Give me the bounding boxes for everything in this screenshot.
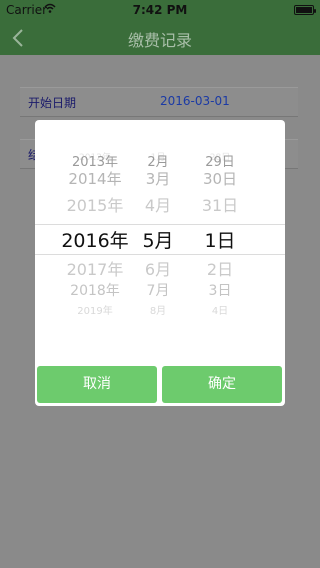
day-selected[interactable]: 1日 xyxy=(200,226,240,253)
date-picker-dialog: 2012年 2013年 2014年 2015年 2016年 2017年 2018年 2019年… xyxy=(35,120,285,406)
month-option[interactable]: 7月 xyxy=(138,280,178,300)
cancel-button[interactable]: 取消 xyxy=(37,366,157,403)
status-time: 7:42 PM xyxy=(132,3,188,17)
page-title: 缴费记录 xyxy=(127,31,192,50)
month-selected[interactable]: 5月 xyxy=(138,226,178,253)
day-option[interactable]: 3日 xyxy=(200,280,240,300)
status-bar: Carrier 7:42 PM xyxy=(0,0,320,20)
start-date-label: 开始日期 xyxy=(28,96,77,110)
month-option[interactable]: 6月 xyxy=(138,256,178,280)
year-wheel[interactable]: 2012年 2013年 2014年 2015年 2016年 2017年 2018年 2019年 xyxy=(55,152,135,322)
month-option[interactable]: 4月 xyxy=(138,192,178,216)
nav-bar: 缴费记录 xyxy=(0,20,320,55)
day-option[interactable]: 4日 xyxy=(200,302,240,317)
year-option[interactable]: 2015年 xyxy=(55,192,135,216)
year-option[interactable]: 2019年 xyxy=(55,302,135,317)
month-wheel[interactable]: 1月 2月 3月 4月 5月 6月 7月 8月 xyxy=(138,152,178,322)
day-option[interactable]: 31日 xyxy=(200,192,240,216)
date-picker[interactable]: 2012年 2013年 2014年 2015年 2016年 2017年 2018年 2019年… xyxy=(35,152,285,322)
year-selected[interactable]: 2016年 xyxy=(55,226,135,253)
year-option[interactable]: 2014年 xyxy=(55,168,135,189)
day-option[interactable]: 30日 xyxy=(200,168,240,189)
day-wheel[interactable]: 28日 29日 30日 31日 1日 2日 3日 4日 xyxy=(200,152,240,322)
month-option[interactable]: 8月 xyxy=(138,302,178,317)
start-date-value: 2016-03-01 xyxy=(160,94,230,108)
month-option[interactable]: 3月 xyxy=(138,168,178,189)
confirm-button[interactable]: 确定 xyxy=(162,366,282,403)
start-date-row[interactable]: 开始日期 2016-03-01 xyxy=(20,87,298,117)
year-option[interactable]: 2018年 xyxy=(55,280,135,300)
day-option[interactable]: 2日 xyxy=(200,256,240,280)
battery-icon xyxy=(294,5,316,15)
year-option[interactable]: 2017年 xyxy=(55,256,135,280)
